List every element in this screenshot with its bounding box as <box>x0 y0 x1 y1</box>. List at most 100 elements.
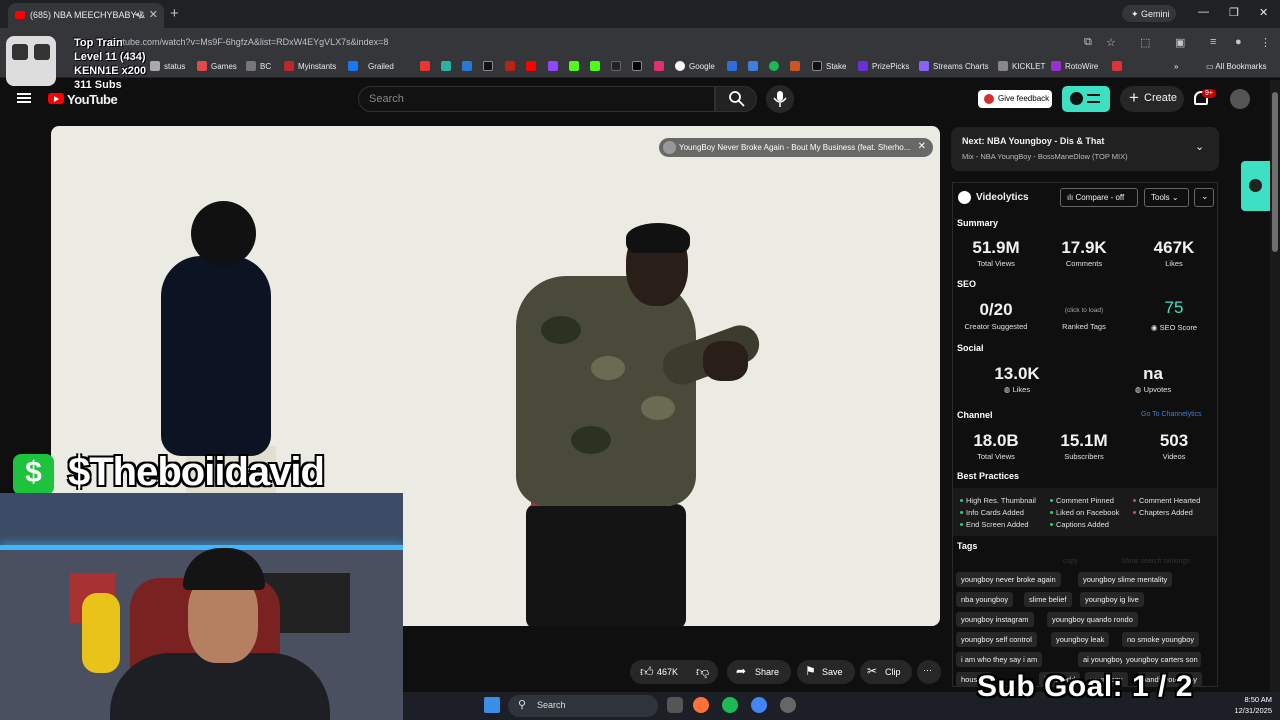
bookmark-stake[interactable]: Stake <box>826 62 846 71</box>
bookmark-icon-9[interactable] <box>1112 61 1122 71</box>
compare-toggle[interactable]: ılı Compare - off <box>1060 188 1138 207</box>
media-icon[interactable]: ≡ <box>1210 36 1216 48</box>
firefox-icon[interactable] <box>693 697 709 713</box>
tag-chip[interactable]: youngboy leak <box>1051 632 1110 647</box>
bookmark-status[interactable]: status <box>164 62 185 71</box>
bookmark-icon-3[interactable] <box>462 61 472 71</box>
copy-tags-button[interactable]: copy <box>1063 558 1078 565</box>
install-icon[interactable]: ⧉ <box>1084 36 1092 49</box>
tag-chip[interactable]: youngboy quando rondo <box>1047 612 1138 627</box>
tag-chip[interactable]: slime belief <box>1024 592 1072 607</box>
tag-chip[interactable]: youngboy never broke again <box>956 572 1061 587</box>
voice-search-button[interactable] <box>766 85 794 113</box>
next-video-banner[interactable]: YoungBoy Never Broke Again - Bout My Bus… <box>659 138 933 157</box>
restore-icon[interactable]: ❐ <box>1229 6 1239 19</box>
bookmark-icon-1[interactable] <box>420 61 430 71</box>
bookmark-kicklet[interactable]: KICKLET <box>1012 62 1045 71</box>
like-icon[interactable]: 👍︎ <box>640 664 654 680</box>
bookmark-icon-5[interactable] <box>505 61 515 71</box>
more-actions-button[interactable]: ⋯ <box>917 660 941 684</box>
browser-tab[interactable]: (685) NBA MEECHYBABY & ◂) ✕ <box>8 3 164 28</box>
tools-dropdown[interactable]: Tools ⌄ <box>1144 188 1189 207</box>
tag-chip[interactable]: i am who they say i am <box>956 652 1043 667</box>
summary-value-views: 51.9M <box>972 238 1020 257</box>
bookmark-icon-7[interactable] <box>748 61 758 71</box>
bookmark-grailed[interactable]: Grailed <box>368 62 394 71</box>
tag-chip[interactable]: youngboy self control <box>956 632 1037 647</box>
search-button[interactable] <box>715 86 757 112</box>
tiktok-icon[interactable] <box>611 61 621 71</box>
twitch-icon[interactable] <box>548 61 558 71</box>
videolytics-side-tab[interactable] <box>1241 161 1270 211</box>
collapse-panel-button[interactable]: ⌄ <box>1194 188 1214 207</box>
bookmark-rotowire[interactable]: RotoWire <box>1065 62 1098 71</box>
kick-icon[interactable] <box>569 61 579 71</box>
close-banner-icon[interactable]: ✕ <box>918 141 926 152</box>
new-tab-button[interactable]: + <box>170 5 179 22</box>
videolytics-toggle-button[interactable] <box>1062 86 1110 112</box>
bookmark-icon-2[interactable] <box>441 61 451 71</box>
close-window-icon[interactable]: ✕ <box>1259 6 1268 19</box>
url-field[interactable]: youtube.com/watch?v=Ms9F-6hgfzA&list=RDx… <box>108 37 388 47</box>
share-button[interactable]: ➦ Share <box>727 660 791 684</box>
app-icon[interactable] <box>780 697 796 713</box>
chevron-down-icon[interactable]: ⌄ <box>1195 140 1204 153</box>
bookmark-icon-8[interactable] <box>790 61 800 71</box>
x-icon[interactable] <box>632 61 642 71</box>
menu-icon[interactable]: ⋮ <box>1260 36 1271 49</box>
tag-chip[interactable]: no smoke youngboy <box>1122 632 1200 647</box>
extensions-icon[interactable]: ⬚ <box>1140 36 1150 49</box>
dislike-icon[interactable]: 👎︎ <box>696 664 709 680</box>
speaker-icon[interactable]: ◂) <box>134 9 142 20</box>
tag-chip[interactable]: youngboy carters son <box>1122 652 1201 667</box>
account-avatar[interactable] <box>1230 89 1250 109</box>
tag-chip[interactable]: nba youngboy <box>956 592 1014 607</box>
spotify-icon[interactable] <box>722 697 738 713</box>
all-bookmarks-folder[interactable]: ▭ All Bookmarks <box>1206 62 1266 71</box>
tag-chip[interactable]: youngboy ig live <box>1080 592 1144 607</box>
spotify-icon[interactable] <box>769 61 779 71</box>
bookmark-star-icon[interactable]: ☆ <box>1106 36 1116 49</box>
up-next-panel[interactable]: Next: NBA Youngboy - Dis & That Mix - NB… <box>951 127 1219 171</box>
bookmark-bc[interactable]: BC <box>260 62 271 71</box>
bookmark-icon-4[interactable] <box>483 61 493 71</box>
bookmark-icon-6[interactable] <box>727 61 737 71</box>
cashapp-icon: $ <box>13 454 54 495</box>
bookmark-google[interactable]: Google <box>689 62 715 71</box>
task-view-icon[interactable] <box>667 697 683 713</box>
bookmark-games[interactable]: Games <box>211 62 237 71</box>
menu-hamburger-icon[interactable] <box>17 93 31 103</box>
like-count[interactable]: 467K <box>657 667 678 677</box>
go-to-channelytics-link[interactable]: Go To Channelytics <box>1141 411 1202 418</box>
rotowire-icon <box>1051 61 1061 71</box>
minimize-icon[interactable]: — <box>1198 6 1209 18</box>
sidepanel-icon[interactable]: ▣ <box>1175 36 1185 49</box>
youtube-bookmark-icon[interactable] <box>526 61 536 71</box>
show-search-rankings-link[interactable]: Show search rankings <box>1121 558 1190 565</box>
gemini-button[interactable]: ✦ Gemini <box>1122 5 1176 22</box>
search-input[interactable]: Search <box>358 86 715 112</box>
tag-chip[interactable]: youngboy slime mentality <box>1078 572 1173 587</box>
kick-alt-icon[interactable] <box>590 61 600 71</box>
profile-icon[interactable]: ● <box>1235 36 1242 48</box>
chrome-icon[interactable] <box>751 697 767 713</box>
save-button[interactable]: ⚑ Save <box>797 660 855 684</box>
ranked-tags-hint[interactable]: (click to load) <box>1044 307 1124 314</box>
bookmark-prizepicks[interactable]: PrizePicks <box>872 62 909 71</box>
tag-chip[interactable]: youngboy instagram <box>956 612 1034 627</box>
bookmark-myinstants[interactable]: Myinstants <box>298 62 336 71</box>
scrollbar-thumb[interactable] <box>1272 92 1278 252</box>
windows-start-icon[interactable] <box>484 697 500 713</box>
youtube-logo-icon[interactable] <box>48 93 64 104</box>
facebook-icon[interactable] <box>348 61 358 71</box>
more-bookmarks-icon[interactable]: » <box>1174 62 1178 71</box>
create-button[interactable]: Create <box>1120 86 1184 112</box>
clip-button[interactable]: ✂ Clip <box>860 660 912 684</box>
youtube-logo-text[interactable]: YouTube <box>67 92 118 107</box>
bookmark-streams-charts[interactable]: Streams Charts <box>933 62 989 71</box>
taskbar-search[interactable]: ⚲ Search <box>508 695 658 717</box>
close-tab-icon[interactable]: ✕ <box>149 8 158 21</box>
system-clock[interactable]: 8:50 AM 12/31/2025 <box>1234 694 1272 716</box>
instagram-icon[interactable] <box>654 61 664 71</box>
give-feedback-button[interactable]: Give feedback <box>978 90 1052 108</box>
